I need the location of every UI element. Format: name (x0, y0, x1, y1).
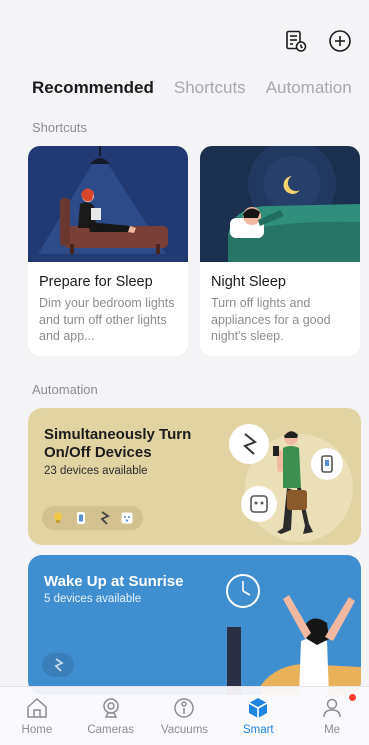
shortcut-title: Prepare for Sleep (39, 274, 153, 290)
home-icon (24, 695, 50, 721)
nav-label: Smart (242, 724, 274, 736)
device-chips (42, 653, 74, 677)
shortcut-description: Dim your bedroom lights and turn off oth… (39, 296, 175, 343)
automation-title: Simultaneously Turn On/Off Devices (44, 426, 192, 461)
profile-icon (319, 695, 345, 721)
nav-item-cameras[interactable]: Cameras (74, 687, 148, 745)
vacuum-icon (171, 695, 197, 721)
automation-section-label: Automation (32, 382, 98, 397)
automation-subtitle: 5 devices available (44, 593, 142, 605)
nav-label: Cameras (87, 724, 135, 736)
nav-label: Me (324, 724, 341, 736)
nav-item-vacuums[interactable]: Vacuums (148, 687, 222, 745)
nav-label: Home (21, 724, 53, 736)
notification-badge (349, 694, 357, 701)
shortcut-description: Turn off lights and appliances for a goo… (211, 296, 331, 343)
camera-icon (98, 695, 124, 721)
woman-stretching-illustration (226, 574, 361, 695)
switch-icon (73, 510, 89, 526)
automation-title: Wake Up at Sunrise (44, 573, 184, 590)
nav-item-home[interactable]: Home (0, 687, 74, 745)
woman-reading-illustration (28, 146, 188, 262)
add-icon[interactable] (327, 28, 353, 54)
automation-subtitle: 23 devices available (44, 465, 148, 477)
shortcut-card-prepare-for-sleep[interactable]: Prepare for Sleep Dim your bedroom light… (28, 146, 188, 356)
bottom-nav: Home Cameras Vacuums Smart Me (0, 686, 369, 745)
tab-bar: Recommended Shortcuts Automation (32, 78, 352, 98)
tab-recommended[interactable]: Recommended (32, 78, 154, 98)
bulb-icon (50, 510, 66, 526)
device-chips (42, 506, 143, 530)
smart-cube-icon (245, 695, 271, 721)
man-with-phone-illustration (229, 424, 353, 542)
plug-icon (119, 510, 135, 526)
lightning-icon (50, 657, 66, 673)
nav-item-smart[interactable]: Smart (221, 687, 295, 745)
automation-card-wake-up-sunrise[interactable]: Wake Up at Sunrise 5 devices available (28, 555, 361, 695)
shortcut-card-night-sleep[interactable]: Night Sleep Turn off lights and applianc… (200, 146, 360, 356)
shortcuts-section-label: Shortcuts (32, 120, 87, 135)
lightning-icon (96, 510, 112, 526)
nav-label: Vacuums (160, 724, 209, 736)
tab-shortcuts[interactable]: Shortcuts (174, 78, 246, 98)
person-sleeping-illustration (200, 146, 360, 262)
log-icon[interactable] (283, 28, 309, 54)
shortcut-title: Night Sleep (211, 274, 286, 290)
nav-item-me[interactable]: Me (295, 687, 369, 745)
top-bar (283, 28, 353, 54)
automation-card-turn-on-off[interactable]: Simultaneously Turn On/Off Devices 23 de… (28, 408, 361, 545)
tab-automation[interactable]: Automation (266, 78, 352, 98)
